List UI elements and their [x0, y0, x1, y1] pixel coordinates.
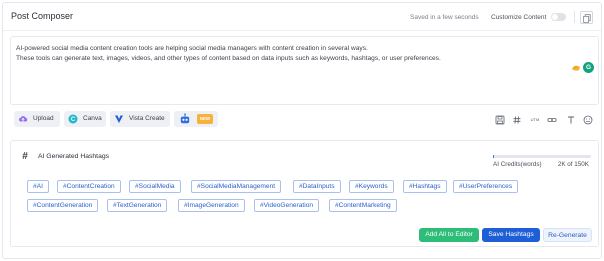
hashtag-chip[interactable]: #TextGeneration [107, 199, 168, 212]
hashtag-chip[interactable]: #ContentCreation [57, 180, 121, 193]
hashtag-chip[interactable]: #ImageGeneration [178, 199, 245, 212]
save-icon[interactable] [495, 115, 505, 125]
ai-assistant-button[interactable]: NEW [174, 111, 218, 127]
vista-create-icon [115, 115, 123, 123]
hashtag-chip[interactable]: #ContentMarketing [329, 199, 397, 212]
text-icon[interactable] [566, 115, 576, 125]
ai-hashtags-panel: # AI Generated Hashtags AI Credits(words… [10, 140, 599, 247]
credits-value: 2K of 150K [557, 161, 589, 168]
composer-header: Post Composer Saved in a few seconds Cus… [3, 3, 601, 31]
canva-icon: C [68, 114, 78, 124]
customize-content-toggle[interactable] [551, 13, 566, 21]
regenerate-button[interactable]: Re-Generate [543, 228, 592, 242]
grammarly-icon[interactable]: G [583, 62, 594, 73]
hashtag-chip[interactable]: #Keywords [349, 180, 394, 193]
new-badge: NEW [197, 114, 213, 124]
utm-icon[interactable]: UTM [529, 115, 541, 125]
credits-progress-bar [493, 155, 591, 158]
post-composer-panel: Post Composer Saved in a few seconds Cus… [2, 2, 602, 259]
cloud-upload-icon [19, 116, 28, 122]
robot-icon [180, 113, 190, 124]
hashtag-chip[interactable]: #DataInputs [293, 180, 341, 193]
copy-icon [583, 13, 591, 23]
credits-progress-fill [493, 155, 495, 158]
canva-button[interactable]: C Canva [64, 111, 106, 127]
vista-create-label: Vista Create [129, 115, 165, 122]
link-icon[interactable] [547, 115, 557, 125]
post-text[interactable]: AI-powered social media content creation… [16, 44, 576, 64]
post-editor[interactable]: AI-powered social media content creation… [10, 36, 599, 105]
customize-content-label: Customize Content [491, 14, 547, 21]
hashtag-chip[interactable]: #ContentGeneration [27, 199, 99, 212]
hashtag-chip[interactable]: #SocialMedia [129, 180, 181, 193]
page-title: Post Composer [11, 11, 74, 21]
credits-label: AI Credits(words) [493, 161, 542, 168]
media-toolbar: Upload C Canva Vista Create NEW UTM [10, 107, 599, 133]
add-all-to-editor-button[interactable]: Add All to Editor [419, 228, 479, 242]
hashtag-chip[interactable]: #SocialMediaManagement [191, 180, 282, 193]
saved-status: Saved in a few seconds [410, 14, 479, 21]
hashtag-icon: # [22, 151, 28, 162]
emoji-icon[interactable] [583, 115, 593, 125]
header-divider [574, 11, 575, 23]
vista-create-button[interactable]: Vista Create [110, 111, 170, 127]
upload-button[interactable]: Upload [14, 111, 60, 127]
canva-label: Canva [83, 115, 102, 122]
post-text-line: AI-powered social media content creation… [16, 45, 368, 52]
hashtags-title: AI Generated Hashtags [38, 153, 110, 160]
copy-button[interactable] [580, 11, 593, 24]
post-text-line: These tools can generate text, images, v… [16, 55, 441, 62]
hashtag-chip[interactable]: #AI [27, 180, 49, 193]
hand-emoji-icon[interactable] [571, 64, 581, 72]
hash-icon[interactable] [512, 115, 522, 125]
save-hashtags-button[interactable]: Save Hashtags [482, 228, 540, 242]
svg-text:C: C [71, 117, 76, 123]
hashtag-chip[interactable]: #Hashtags [403, 180, 447, 193]
hashtag-chip[interactable]: #VideoGeneration [254, 199, 320, 212]
hashtag-chip[interactable]: #UserPreferences [453, 180, 519, 193]
upload-label: Upload [33, 115, 54, 122]
